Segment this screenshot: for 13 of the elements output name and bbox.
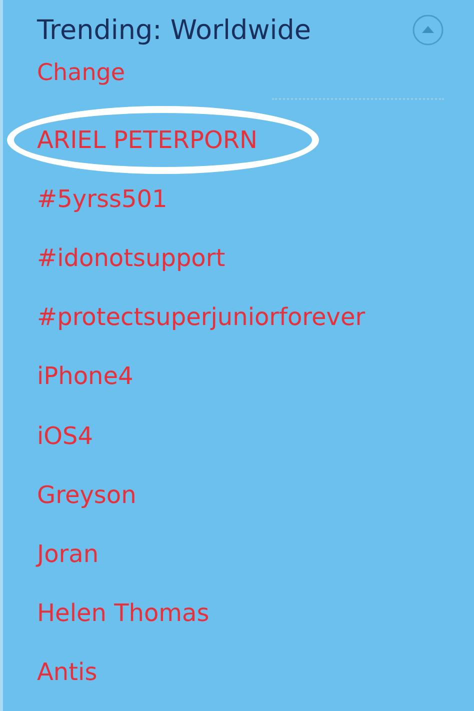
trend-link[interactable]: Joran [37,540,99,568]
trend-link[interactable]: ARIEL PETERPORN [37,126,258,154]
trend-link[interactable]: iOS4 [37,422,94,450]
trend-link[interactable]: #idonotsupport [37,244,226,272]
trend-link[interactable]: #protectsuperjuniorforever [37,303,366,332]
trend-link[interactable]: #5yrss501 [37,184,168,213]
trend-link[interactable]: Helen Thomas [37,599,210,628]
trend-link[interactable]: Greyson [37,480,136,509]
trend-link[interactable]: iPhone4 [37,362,134,390]
trend-link[interactable]: Antis [37,658,98,686]
collapse-icon[interactable] [412,14,444,46]
panel-title: Trending: Worldwide [37,14,312,46]
change-link[interactable]: Change [37,60,126,86]
